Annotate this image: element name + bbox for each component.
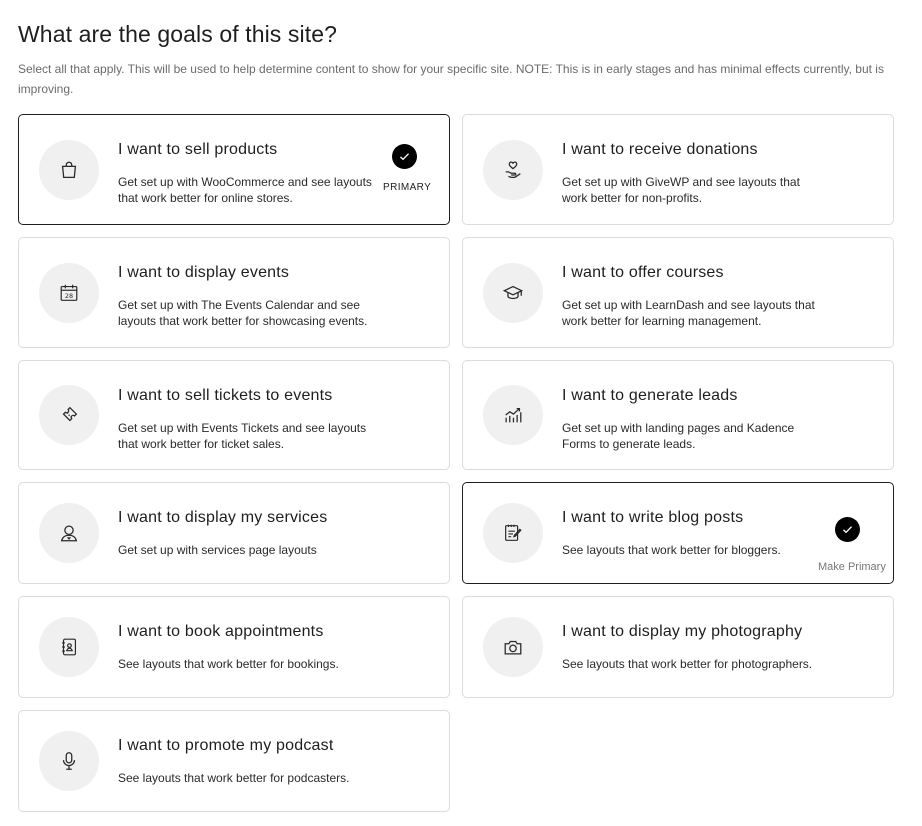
- goal-description: Get set up with services page layouts: [118, 543, 317, 557]
- goal-title: I want to display my photography: [562, 623, 803, 640]
- goal-card-display-services[interactable]: I want to display my services Get set up…: [18, 482, 450, 584]
- goal-description: See layouts that work better for booking…: [118, 657, 339, 671]
- checkmark-icon: [392, 144, 417, 169]
- goal-card-book-appointments[interactable]: I want to book appointments See layouts …: [18, 596, 450, 698]
- goal-title: I want to display events: [118, 264, 290, 281]
- calendar-icon: 28: [39, 262, 99, 323]
- goal-title: I want to sell products: [118, 141, 278, 158]
- camera-icon: [483, 617, 543, 677]
- person-icon: [39, 503, 99, 563]
- goal-description: Get set up with The Events Calendar and …: [118, 298, 368, 328]
- page-description: Select all that apply. This will be used…: [18, 62, 884, 96]
- calendar-day-text: 28: [65, 292, 73, 300]
- chart-growth-icon: [483, 385, 543, 445]
- checkmark-icon: [835, 517, 860, 542]
- goal-description: See layouts that work better for photogr…: [562, 657, 813, 671]
- notepad-pen-icon: [483, 503, 543, 563]
- goal-description: Get set up with GiveWP and see layouts t…: [562, 175, 800, 205]
- goal-card-write-blog-posts[interactable]: I want to write blog posts See layouts t…: [462, 482, 894, 584]
- goal-title: I want to receive donations: [562, 141, 758, 158]
- goal-title: I want to display my services: [118, 509, 328, 526]
- goal-title: I want to write blog posts: [562, 509, 744, 526]
- goal-card-offer-courses[interactable]: I want to offer courses Get set up with …: [462, 237, 894, 348]
- goal-card-receive-donations[interactable]: I want to receive donations Get set up w…: [462, 114, 894, 225]
- microphone-icon: [39, 731, 99, 791]
- goal-title: I want to generate leads: [562, 387, 738, 404]
- goal-card-sell-tickets[interactable]: I want to sell tickets to events Get set…: [18, 360, 450, 470]
- shopping-bag-icon: [39, 139, 99, 200]
- make-primary-button[interactable]: Make Primary: [818, 561, 886, 573]
- goal-description: Get set up with landing pages and Kadenc…: [562, 421, 795, 451]
- goal-card-display-photography[interactable]: I want to display my photography See lay…: [462, 596, 894, 698]
- page-title: What are the goals of this site?: [18, 21, 337, 47]
- graduation-cap-icon: [483, 262, 543, 323]
- goal-card-display-events[interactable]: 28 I want to display events Get set up w…: [18, 237, 450, 348]
- goal-card-sell-products[interactable]: I want to sell products Get set up with …: [18, 114, 450, 225]
- goal-card-generate-leads[interactable]: I want to generate leads Get set up with…: [462, 360, 894, 470]
- primary-badge: PRIMARY: [383, 182, 432, 193]
- goal-title: I want to sell tickets to events: [118, 387, 333, 404]
- goal-card-promote-podcast[interactable]: I want to promote my podcast See layouts…: [18, 710, 450, 812]
- goal-description: See layouts that work better for podcast…: [118, 771, 350, 785]
- goal-title: I want to offer courses: [562, 264, 724, 281]
- goal-description: Get set up with WooCommerce and see layo…: [118, 175, 372, 205]
- goal-title: I want to promote my podcast: [118, 737, 334, 754]
- goal-description: See layouts that work better for blogger…: [562, 543, 781, 557]
- ticket-icon: [39, 385, 99, 445]
- donation-hand-icon: [483, 139, 543, 200]
- goal-description: Get set up with LearnDash and see layout…: [562, 298, 815, 328]
- goal-description: Get set up with Events Tickets and see l…: [118, 421, 367, 451]
- contact-book-icon: [39, 617, 99, 677]
- goal-title: I want to book appointments: [118, 623, 324, 640]
